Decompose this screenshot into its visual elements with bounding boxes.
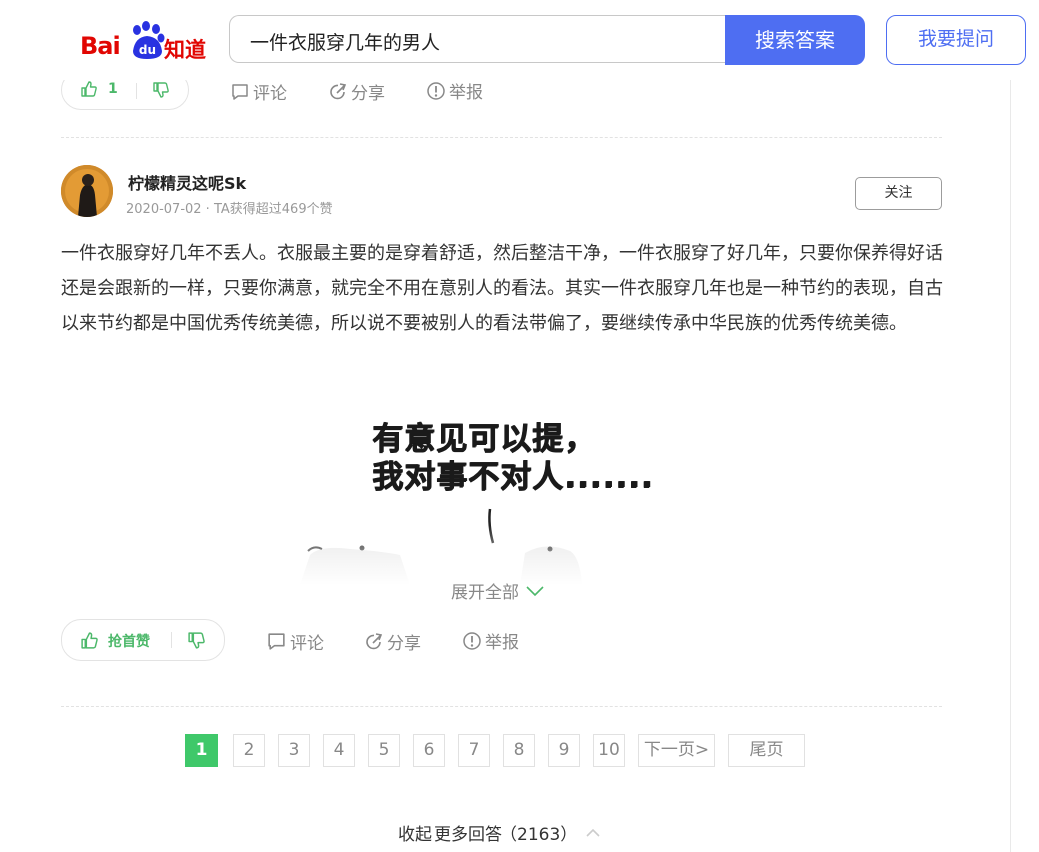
search-answer-button[interactable]: 搜索答案 <box>725 15 865 65</box>
pagination-divider <box>61 706 942 707</box>
page-8[interactable]: 8 <box>503 734 535 767</box>
comment-label: 评论 <box>290 634 324 654</box>
vote-pill: 抢首赞 <box>61 619 225 661</box>
page-3[interactable]: 3 <box>278 734 310 767</box>
report-action[interactable]: 举报 <box>462 628 519 653</box>
scrollbar-track[interactable] <box>1010 0 1011 852</box>
expand-all-label: 展开全部 <box>451 583 519 603</box>
report-icon <box>427 81 445 100</box>
ask-question-button[interactable]: 我要提问 <box>886 15 1026 65</box>
avatar[interactable] <box>61 165 113 217</box>
comment-action[interactable]: 评论 <box>266 629 324 654</box>
report-label: 举报 <box>449 83 483 103</box>
logo-bai-text: Bai <box>80 32 121 60</box>
page-2[interactable]: 2 <box>233 734 265 767</box>
share-icon <box>366 632 383 649</box>
collapse-label: 收起 <box>398 825 432 845</box>
comment-label: 评论 <box>253 84 287 104</box>
share-action[interactable]: 分享 <box>364 629 421 654</box>
page-9[interactable]: 9 <box>548 734 580 767</box>
page-1[interactable]: 1 <box>185 734 218 767</box>
chevron-up-icon <box>586 828 600 837</box>
next-page-button[interactable]: 下一页> <box>638 734 715 767</box>
baidu-paw-icon: du <box>133 21 165 59</box>
first-like-label[interactable]: 抢首赞 <box>108 631 150 651</box>
page-7[interactable]: 7 <box>458 734 490 767</box>
page-6[interactable]: 6 <box>413 734 445 767</box>
answer-body-text: 一件衣服穿好几年不丢人。衣服最主要的是穿着舒适，然后整洁干净，一件衣服穿了好几年… <box>61 243 943 334</box>
baidu-zhidao-logo[interactable]: Bai du 知道 <box>80 18 210 62</box>
more-answers-count: （2163） <box>500 825 578 845</box>
comment-action-previous[interactable]: 评论 <box>230 79 287 104</box>
thumbs-up-icon[interactable] <box>80 631 99 654</box>
page-4[interactable]: 4 <box>323 734 355 767</box>
search-input[interactable] <box>248 28 712 54</box>
answer-meta: 2020-07-02 · TA获得超过469个赞 <box>126 202 333 217</box>
share-action-previous[interactable]: 分享 <box>328 79 385 104</box>
meme-text-line-2: 我对事不对人....... <box>372 459 654 495</box>
expand-all-button[interactable]: 展开全部 <box>451 578 545 603</box>
vote-separator <box>136 83 137 99</box>
more-answers-label: 更多回答 <box>434 825 502 845</box>
thumbs-down-icon[interactable] <box>187 631 206 654</box>
comment-icon <box>232 83 248 100</box>
top-header: Bai du 知道 搜索答案 我要提问 <box>0 0 1039 80</box>
report-label: 举报 <box>485 633 519 653</box>
page-10[interactable]: 10 <box>593 734 625 767</box>
comment-icon <box>268 633 285 650</box>
share-label: 分享 <box>351 84 385 104</box>
answer-divider <box>61 137 942 138</box>
thumbs-up-icon[interactable] <box>80 80 98 102</box>
share-label: 分享 <box>387 634 421 654</box>
report-icon <box>463 631 481 650</box>
page-5[interactable]: 5 <box>368 734 400 767</box>
follow-button[interactable]: 关注 <box>855 177 942 210</box>
answer-username[interactable]: 柠檬精灵这呢Sk <box>128 170 246 194</box>
logo-du-text: du <box>139 43 156 57</box>
thumbs-down-icon[interactable] <box>152 81 170 103</box>
share-icon <box>330 82 347 99</box>
collapse-more-answers[interactable]: 收起 更多回答 （2163） <box>398 820 601 845</box>
report-action-previous[interactable]: 举报 <box>426 78 483 103</box>
search-box <box>229 15 725 63</box>
vote-separator <box>171 632 172 648</box>
chevron-down-icon <box>526 585 544 596</box>
logo-zhidao-text: 知道 <box>164 38 206 62</box>
answer-image[interactable]: 有意见可以提， 我对事不对人....... <box>300 395 680 585</box>
like-count: 1 <box>108 81 118 97</box>
last-page-button[interactable]: 尾页 <box>728 734 805 767</box>
image-fade-overlay <box>300 525 680 585</box>
